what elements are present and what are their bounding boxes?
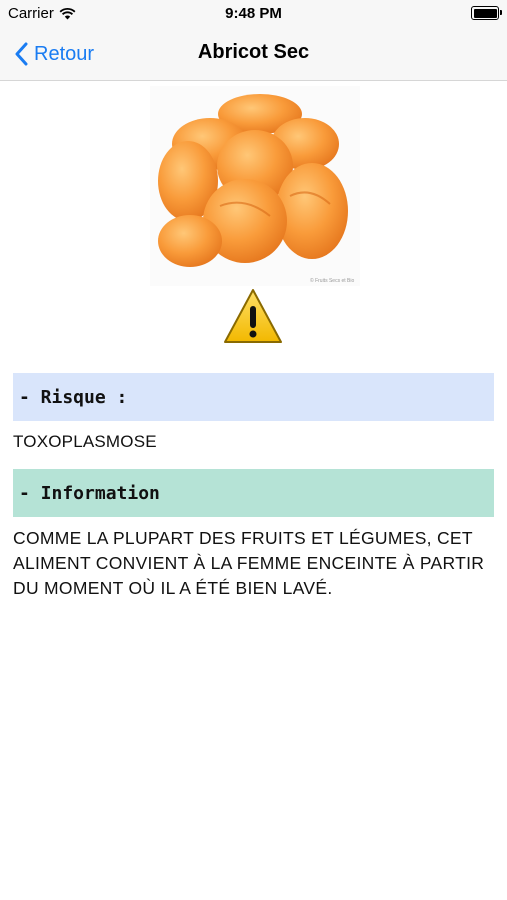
- status-time: 9:48 PM: [225, 5, 282, 22]
- risk-section-header: - Risque :: [13, 373, 494, 421]
- battery-icon: [471, 6, 502, 20]
- image-watermark: © Fruits Secs et Bio: [310, 277, 354, 284]
- risk-value: TOXOPLASMOSE: [13, 432, 157, 451]
- info-section-header: - Information: [13, 469, 494, 517]
- dried-apricot-image: © Fruits Secs et Bio: [150, 86, 360, 286]
- status-bar: Carrier 9:48 PM: [0, 0, 507, 28]
- navigation-bar: Retour Abricot Sec: [0, 28, 507, 81]
- info-header-label: - Information: [19, 482, 160, 504]
- risk-header-label: - Risque :: [19, 386, 128, 408]
- info-text: COMME LA PLUPART DES FRUITS ET LÉGUMES, …: [13, 528, 485, 598]
- page-title: Abricot Sec: [197, 41, 310, 63]
- warning-icon: [224, 289, 282, 343]
